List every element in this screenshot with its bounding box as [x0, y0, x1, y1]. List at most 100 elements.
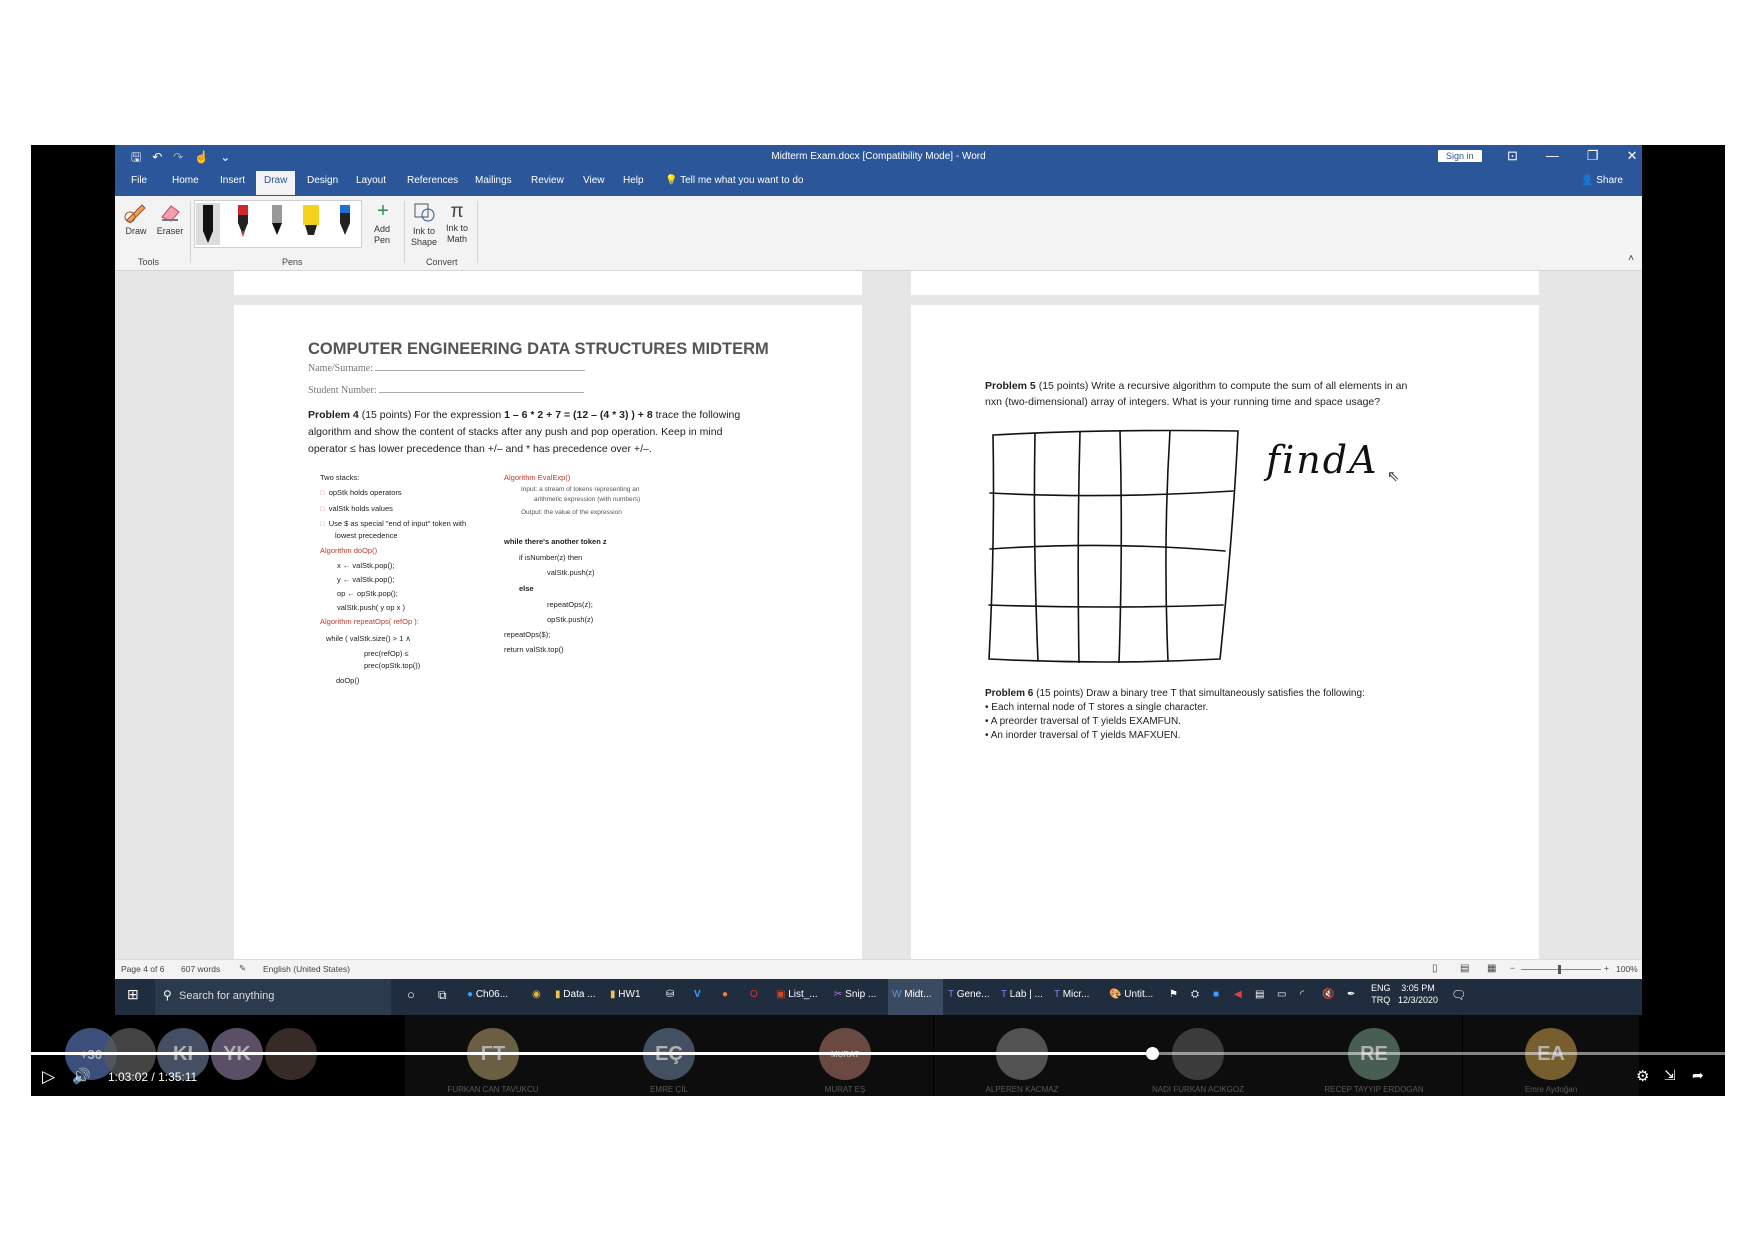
tab-review[interactable]: Review: [531, 175, 564, 186]
share-button[interactable]: 👤 Share: [1581, 175, 1623, 186]
problem-4-text: (15 points) For the expression: [361, 409, 502, 421]
seek-bar[interactable]: [31, 1047, 1725, 1060]
windows-start-icon[interactable]: ⊞: [127, 986, 139, 1003]
pen-icon: [340, 205, 350, 235]
tray-icon[interactable]: ⛭: [1191, 989, 1199, 1000]
tray-icon[interactable]: ■: [1213, 989, 1219, 1000]
close-button[interactable]: ✕: [1627, 148, 1638, 164]
participant-tile[interactable]: [264, 1015, 318, 1096]
participant-tile[interactable]: MURATMURAT EŞ: [757, 1015, 933, 1096]
settings-icon[interactable]: ⚙: [1636, 1067, 1649, 1085]
participant-tile[interactable]: FT FURKAN CAN TAVUKCU: [405, 1015, 581, 1096]
task-view-icon[interactable]: ⧉: [438, 988, 447, 1003]
clock[interactable]: 3:05 PM 12/3/2020: [1398, 982, 1438, 1006]
pen-3[interactable]: [265, 203, 289, 245]
volume-icon[interactable]: 🔊: [72, 1067, 91, 1085]
participant-tile[interactable]: EÇ EMRE ÇİL: [581, 1015, 757, 1096]
mouse-cursor-icon: ⇖: [1387, 468, 1400, 485]
volume-mute-icon[interactable]: 🔇: [1322, 989, 1334, 1000]
current-time: 1:03:02: [108, 1070, 149, 1084]
tab-help[interactable]: Help: [623, 175, 644, 186]
tab-references[interactable]: References: [407, 175, 458, 186]
highlighter-yellow[interactable]: [299, 203, 323, 245]
tray-icon[interactable]: ⚑: [1169, 989, 1178, 1000]
cortana-icon[interactable]: ○: [407, 987, 415, 1002]
language[interactable]: English (United States): [263, 964, 350, 974]
proofing-icon[interactable]: ✎: [239, 963, 246, 974]
tab-home[interactable]: Home: [172, 175, 199, 186]
tab-draw[interactable]: Draw: [256, 171, 296, 195]
collapse-ribbon-icon[interactable]: ˄: [1628, 253, 1634, 264]
zoom-out-icon[interactable]: −: [1510, 963, 1515, 973]
page-count[interactable]: Page 4 of 6: [121, 964, 164, 974]
tray-icon[interactable]: ▤: [1255, 989, 1264, 1000]
tab-mailings[interactable]: Mailings: [475, 175, 512, 186]
participant-tile[interactable]: RE RECEP TAYYIP ERDOGAN: [1286, 1015, 1462, 1096]
tab-insert[interactable]: Insert: [220, 175, 245, 186]
minimize-button[interactable]: —: [1546, 148, 1559, 164]
print-layout-icon[interactable]: ▤: [1460, 963, 1469, 974]
sign-in-button[interactable]: Sign in: [1438, 150, 1482, 162]
handwritten-ink: findA: [1266, 438, 1379, 482]
document-area[interactable]: COMPUTER ENGINEERING DATA STRUCTURES MID…: [115, 271, 1642, 959]
participant-tile[interactable]: ALPEREN KACMAZ: [934, 1015, 1110, 1096]
taskbar-app[interactable]: ▮ Data ...: [555, 989, 596, 1000]
taskbar-app[interactable]: ▣ List_...: [776, 989, 818, 1000]
ink-to-shape-button[interactable]: Ink to Shape: [409, 201, 439, 248]
ribbon-display-icon[interactable]: ⊡: [1507, 148, 1518, 164]
clock-date: 12/3/2020: [1398, 995, 1439, 1005]
pen-tray-icon[interactable]: ✒: [1347, 989, 1355, 1000]
restore-button[interactable]: ❐: [1587, 148, 1599, 164]
video-player[interactable]: 🖫 ↶ ↷ ☝ ⌄ Midterm Exam.docx [Compatibili…: [31, 145, 1725, 1096]
taskbar-app[interactable]: T Lab | ...: [1001, 989, 1043, 1000]
taskbar-app[interactable]: 🎨 Untit...: [1109, 989, 1153, 1000]
pen-5[interactable]: [333, 203, 357, 245]
share-icon[interactable]: ➦: [1692, 1067, 1704, 1084]
notifications-icon[interactable]: 🗨: [1451, 988, 1466, 1002]
pen-2[interactable]: [231, 203, 255, 245]
tell-me-search[interactable]: 💡 Tell me what you want to do: [665, 175, 803, 186]
language-code: ENG: [1371, 983, 1391, 993]
pencil-icon: [124, 204, 146, 224]
add-pen-button[interactable]: + Add Pen: [368, 201, 398, 246]
zoom-slider[interactable]: [1521, 969, 1601, 970]
pip-icon[interactable]: ⇲: [1664, 1067, 1676, 1084]
ink-to-math-button[interactable]: π Ink to Math: [442, 201, 472, 245]
participant-tile[interactable]: YK: [210, 1015, 264, 1096]
input-language[interactable]: ENG TRQ: [1371, 982, 1391, 1006]
vscode-icon[interactable]: V: [694, 989, 701, 1000]
participant-tile[interactable]: NADI FURKAN ACIKGOZ: [1110, 1015, 1286, 1096]
taskbar-app[interactable]: T Micr...: [1054, 989, 1089, 1000]
seek-bar-progress: [31, 1052, 1153, 1055]
wifi-icon[interactable]: ◜: [1300, 989, 1304, 1000]
play-icon[interactable]: ▷: [42, 1067, 55, 1087]
taskbar-app[interactable]: ● Ch06...: [467, 989, 508, 1000]
taskbar-app[interactable]: W Midt...: [892, 989, 931, 1000]
tab-file[interactable]: File: [131, 175, 147, 186]
zoom-in-icon[interactable]: +: [1604, 963, 1609, 973]
taskbar-app[interactable]: ✂ Snip ...: [834, 989, 876, 1000]
taskbar-app[interactable]: ▮ HW1: [610, 989, 641, 1000]
opera-icon[interactable]: O: [750, 989, 758, 1000]
tab-design[interactable]: Design: [307, 175, 338, 186]
tab-view[interactable]: View: [583, 175, 605, 186]
battery-icon[interactable]: ▭: [1277, 989, 1286, 1000]
draw-label: Draw: [125, 226, 147, 236]
network-app-icon[interactable]: ⛁: [666, 989, 674, 1000]
zoom-level[interactable]: 100%: [1616, 964, 1638, 974]
read-mode-icon[interactable]: ▯: [1432, 963, 1438, 974]
pen-1-selected[interactable]: [196, 203, 220, 245]
draw-tool-button[interactable]: Draw: [123, 201, 149, 237]
participant-tile[interactable]: EA Emre Aydoğan: [1463, 1015, 1639, 1096]
tray-icon[interactable]: ◀: [1234, 989, 1242, 1000]
eraser-button[interactable]: Eraser: [155, 201, 185, 237]
taskbar-search-box[interactable]: ⚲ Search for anything: [155, 979, 391, 1015]
taskbar-app[interactable]: T Gene...: [948, 989, 990, 1000]
tab-layout[interactable]: Layout: [356, 175, 386, 186]
word-count[interactable]: 607 words: [181, 964, 220, 974]
zoom-thumb[interactable]: [1558, 965, 1561, 974]
web-layout-icon[interactable]: ▦: [1487, 963, 1496, 974]
firefox-icon[interactable]: ●: [722, 989, 728, 1000]
chrome-icon[interactable]: ◉: [532, 989, 541, 1000]
code-line: x ← valStk.pop();: [337, 561, 395, 570]
